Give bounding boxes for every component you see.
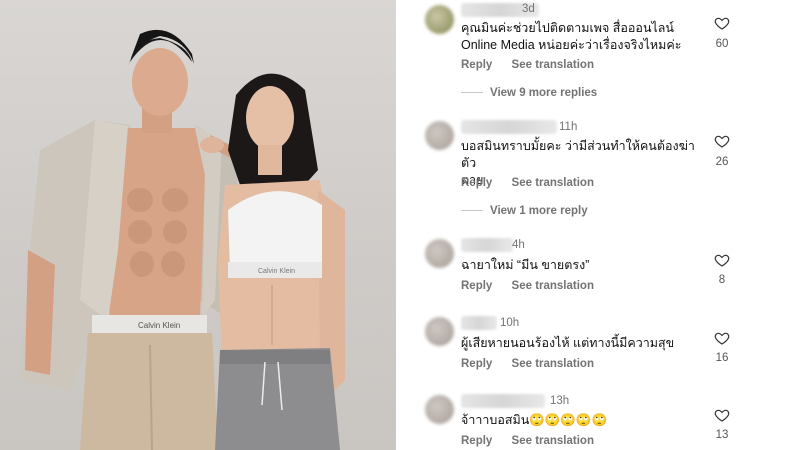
comment-actions: Reply See translation [461, 177, 610, 189]
waistband-text: Calvin Klein [138, 321, 180, 330]
heart-icon[interactable] [714, 330, 730, 346]
comment-text: จ้าาาบอสมิน🙄🙄🙄🙄🙄 [461, 412, 701, 429]
view-more-replies[interactable]: View 1 more reply [461, 205, 588, 217]
comments-panel: 3d คุณมินค่ะช่วยไปติดตามเพจ สื่อออนไลน์ … [400, 0, 800, 450]
see-translation-button[interactable]: See translation [512, 358, 594, 370]
like-count: 60 [715, 38, 729, 50]
reply-thread-line [461, 92, 483, 94]
see-translation-button[interactable]: See translation [512, 177, 594, 189]
comment-time: 4h [512, 239, 525, 251]
view-more-replies[interactable]: View 9 more replies [461, 87, 597, 99]
reply-button[interactable]: Reply [461, 59, 492, 71]
comment-text: ผู้เสียหายนอนร้องไห้ แต่ทางนี้มีความสุข [461, 335, 701, 352]
see-translation-button[interactable]: See translation [512, 435, 594, 447]
comment-text: คุณมินค่ะช่วยไปติดตามเพจ สื่อออนไลน์ Onl… [461, 20, 701, 54]
reply-button[interactable]: Reply [461, 280, 492, 292]
avatar[interactable] [425, 5, 454, 34]
comment-text-line: ผู้เสียหายนอนร้องไห้ แต่ทางนี้มีความสุข [461, 336, 675, 350]
comment-time: 3d [522, 3, 535, 15]
comment-text-line: ฉายาใหม่ “มีน ขายตรง” [461, 258, 590, 272]
username-blurred[interactable] [461, 316, 497, 330]
like-count: 8 [718, 274, 726, 286]
photo-illustration: Calvin Klein Calvin Klein [20, 29, 345, 450]
comment-time: 11h [559, 121, 578, 133]
avatar[interactable] [425, 121, 454, 150]
heart-icon[interactable] [714, 407, 730, 423]
see-translation-button[interactable]: See translation [512, 280, 594, 292]
avatar[interactable] [425, 395, 454, 424]
reply-button[interactable]: Reply [461, 435, 492, 447]
comment-time: 10h [500, 317, 520, 329]
comment-actions: Reply See translation [461, 280, 610, 292]
comment-text-line: จ้าาาบอสมิน🙄🙄🙄🙄🙄 [461, 413, 608, 427]
comment-actions: Reply See translation [461, 435, 610, 447]
view-replies-label[interactable]: View 9 more replies [490, 87, 597, 99]
reply-button[interactable]: Reply [461, 358, 492, 370]
comment-text-line: บอสมินทราบมั้ยคะ ว่ามีส่วนทำให้คนต้องฆ่า… [461, 139, 695, 170]
like-count: 16 [715, 352, 729, 364]
see-translation-button[interactable]: See translation [512, 59, 594, 71]
comment-text-line: คุณมินค่ะช่วยไปติดตามเพจ สื่อออนไลน์ [461, 21, 674, 35]
like-count: 13 [715, 429, 729, 441]
username-blurred[interactable] [461, 394, 545, 408]
comment-actions: Reply See translation [461, 358, 610, 370]
comment-time: 13h [550, 395, 570, 407]
comment-text-line: Online Media หน่อยค่ะว่าเรื่องจริงไหมค่ะ [461, 38, 682, 52]
avatar[interactable] [425, 317, 454, 346]
heart-icon[interactable] [714, 133, 730, 149]
post-photo: Calvin Klein Calvin Klein [0, 0, 396, 450]
like-count: 26 [715, 156, 729, 168]
bra-band-text: Calvin Klein [258, 268, 295, 275]
reply-button[interactable]: Reply [461, 177, 492, 189]
username-blurred[interactable] [461, 120, 557, 134]
heart-icon[interactable] [714, 252, 730, 268]
view-replies-label[interactable]: View 1 more reply [490, 205, 588, 217]
reply-thread-line [461, 210, 483, 212]
heart-icon[interactable] [714, 15, 730, 31]
avatar[interactable] [425, 239, 454, 268]
username-blurred[interactable] [461, 238, 513, 252]
comment-actions: Reply See translation [461, 59, 610, 71]
comment-text: ฉายาใหม่ “มีน ขายตรง” [461, 257, 701, 274]
